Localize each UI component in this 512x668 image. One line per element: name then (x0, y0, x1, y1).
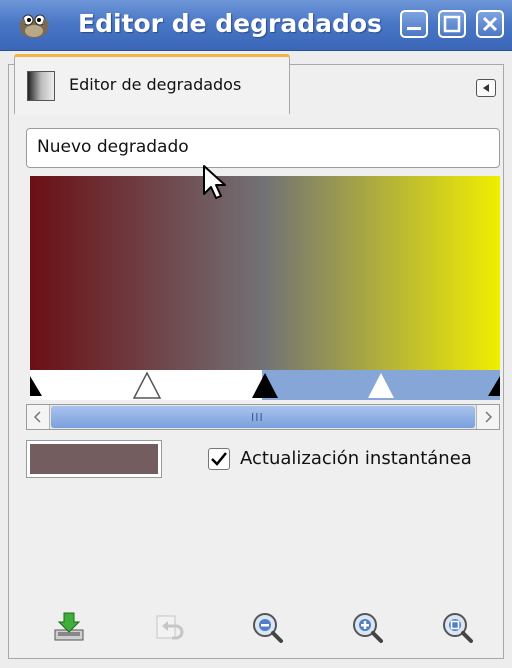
zoom-all-button[interactable] (440, 610, 474, 644)
gradient-icon (27, 71, 55, 101)
gradient-editor-window: Editor de degradados Editor de degradado… (0, 0, 512, 668)
maximize-icon (443, 15, 461, 33)
close-icon (482, 16, 498, 32)
gradient-stops-bar[interactable] (30, 370, 500, 400)
color-swatch-fill (30, 444, 158, 474)
window-title: Editor de degradados (78, 9, 382, 38)
zoom-out-button[interactable] (250, 610, 284, 644)
title-bar[interactable]: Editor de degradados (0, 0, 512, 51)
gimp-app-icon[interactable] (14, 10, 54, 40)
instant-update-checkbox[interactable] (208, 448, 230, 470)
zoom-all-icon (443, 613, 473, 643)
revert-icon (156, 615, 184, 640)
arrow-left-icon (33, 411, 41, 423)
instant-update-label[interactable]: Actualización instantánea (240, 448, 472, 469)
color-swatch[interactable] (26, 440, 162, 478)
stop-marker-start[interactable] (30, 370, 44, 400)
close-button[interactable] (476, 10, 504, 38)
zoom-in-button[interactable] (350, 610, 384, 644)
zoom-in-icon (353, 613, 383, 643)
tab-menu-button[interactable] (476, 79, 496, 97)
gradient-preview[interactable] (30, 176, 500, 370)
horizontal-scrollbar[interactable]: III (26, 404, 500, 430)
save-icon (54, 612, 84, 641)
minimize-icon (407, 27, 421, 30)
scrollbar-thumb[interactable]: III (51, 406, 475, 428)
arrow-right-icon (485, 411, 493, 423)
checkmark-icon (211, 452, 227, 466)
midpoint-marker-2[interactable] (366, 370, 396, 400)
stop-marker-end[interactable] (484, 370, 500, 400)
revert-button (152, 610, 186, 644)
mouse-cursor-icon (203, 165, 226, 199)
minimize-button[interactable] (400, 10, 428, 38)
gradient-name-input[interactable]: Nuevo degradado (26, 128, 500, 168)
grip-icon: III (251, 411, 264, 424)
maximize-button[interactable] (438, 10, 466, 38)
scroll-left-button[interactable] (27, 405, 50, 429)
triangle-left-icon (483, 84, 489, 92)
tab-gradient-editor[interactable]: Editor de degradados (14, 54, 290, 114)
zoom-out-icon (253, 613, 283, 643)
save-button[interactable] (52, 610, 86, 644)
stop-marker-mid[interactable] (250, 370, 280, 400)
midpoint-marker-1[interactable] (132, 370, 162, 400)
scroll-right-button[interactable] (476, 405, 499, 429)
tab-label: Editor de degradados (69, 75, 242, 94)
